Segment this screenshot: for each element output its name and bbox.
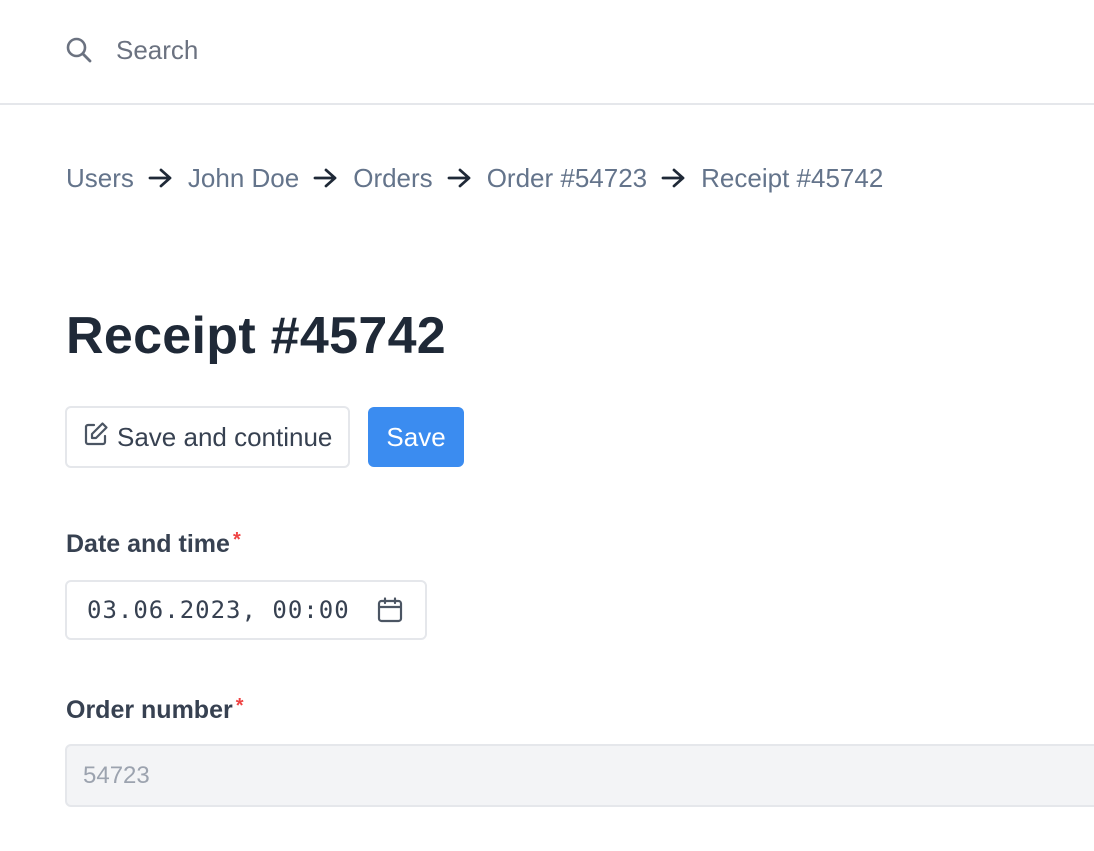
edit-icon (83, 421, 109, 454)
arrow-right-icon (313, 167, 339, 189)
calendar-icon[interactable] (375, 595, 405, 625)
arrow-right-icon (661, 167, 687, 189)
breadcrumb-item-john-doe[interactable]: John Doe (188, 163, 299, 194)
search-input[interactable] (116, 34, 516, 66)
required-marker: * (235, 695, 244, 717)
datetime-input[interactable]: 03.06.2023, 00:00 (65, 580, 427, 640)
arrow-right-icon (148, 167, 174, 189)
order-number-label: Order number * (66, 696, 244, 725)
datetime-label: Date and time * (66, 530, 241, 559)
breadcrumb: Users John Doe Orders Order #54723 Recei… (66, 160, 883, 196)
order-number-input (65, 744, 1094, 807)
save-and-continue-label: Save and continue (117, 421, 333, 452)
search-icon (64, 35, 94, 65)
page-title: Receipt #45742 (66, 307, 447, 365)
breadcrumb-item-orders[interactable]: Orders (353, 163, 432, 194)
datetime-label-text: Date and time (66, 530, 230, 558)
order-number-label-text: Order number (66, 696, 233, 724)
breadcrumb-item-order[interactable]: Order #54723 (487, 163, 647, 194)
search-bar (64, 30, 516, 70)
save-and-continue-button[interactable]: Save and continue (65, 406, 351, 468)
required-marker: * (232, 529, 241, 551)
save-label: Save (386, 421, 446, 452)
arrow-right-icon (447, 167, 473, 189)
action-buttons: Save and continue Save (65, 406, 464, 468)
save-button[interactable]: Save (368, 407, 464, 467)
top-bar (0, 0, 1094, 105)
breadcrumb-item-receipt[interactable]: Receipt #45742 (701, 163, 883, 194)
datetime-value: 03.06.2023, 00:00 (87, 596, 350, 624)
page: Users John Doe Orders Order #54723 Recei… (0, 0, 1094, 851)
breadcrumb-item-users[interactable]: Users (66, 163, 134, 194)
